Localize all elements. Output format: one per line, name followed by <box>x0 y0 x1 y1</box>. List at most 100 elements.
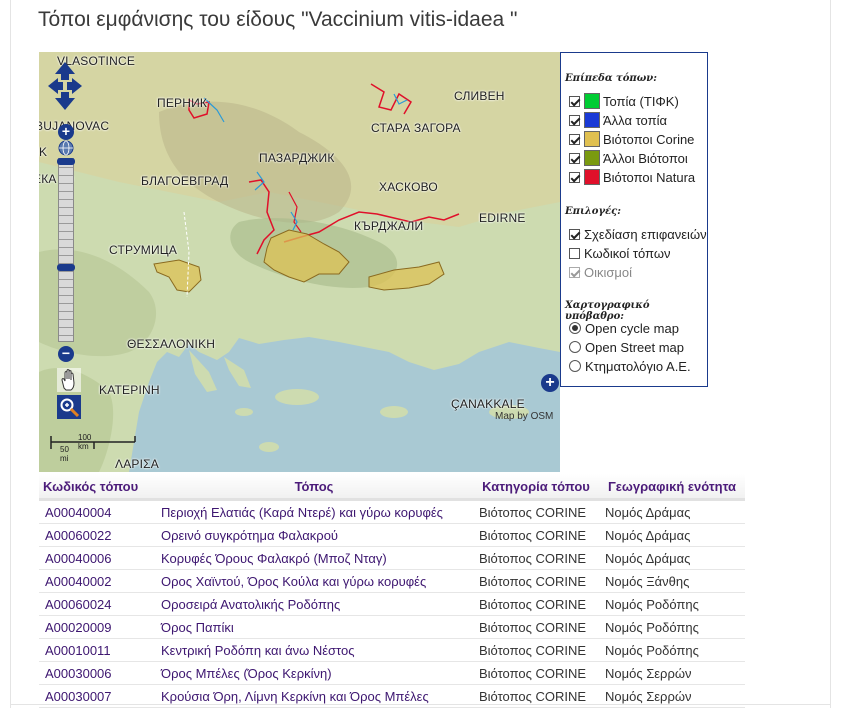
map-label-edirne: EDIRNE <box>479 211 526 225</box>
site-category: Βιότοπος CORINE <box>473 615 599 639</box>
layer-label-natura: Βιότοποι Natura <box>603 169 696 185</box>
map-label-stara-zagora: СТАРА ЗАГОРА <box>371 121 461 135</box>
layer-swatch-tifk <box>584 93 600 109</box>
zoom-box-icon[interactable] <box>57 395 81 419</box>
site-category: Βιότοπος CORINE <box>473 569 599 593</box>
layer-row-other-landscapes[interactable]: Άλλα τοπία <box>569 111 667 129</box>
site-region: Νομός Ξάνθης <box>599 569 745 593</box>
site-category: Βιότοπος CORINE <box>473 499 599 524</box>
site-code-link[interactable]: A00040002 <box>45 574 112 589</box>
map-label-kardzhali: КЪРДЖАЛИ <box>354 219 424 233</box>
map-viewport[interactable]: VLASOTINCE ПЕРНИК СЛИВЕН BUJANOVAC СТАРА… <box>39 52 560 472</box>
layer-checkbox-other-landscapes[interactable] <box>569 114 580 126</box>
layer-row-other-biotopes[interactable]: Άλλοι Βιότοποι <box>569 149 688 167</box>
table-row: A00040002 Ορος Χαϊντού, Όρος Κούλα και γ… <box>39 569 745 593</box>
site-category: Βιότοπος CORINE <box>473 592 599 616</box>
site-name-link[interactable]: Κεντρική Ροδόπη και άνω Νέστος <box>161 643 355 658</box>
zoom-slider-handle[interactable] <box>57 264 75 271</box>
layer-swatch-other-biotopes <box>584 150 600 166</box>
basemap-radio-ktimatologio[interactable] <box>569 360 581 372</box>
column-header-code[interactable]: Κωδικός τόπου <box>39 474 155 501</box>
map-label-k: K <box>39 145 48 159</box>
site-code-link[interactable]: A00040004 <box>45 505 112 520</box>
option-checkbox-draw-areas[interactable] <box>569 228 580 240</box>
map-attribution: Map by OSM <box>495 411 554 422</box>
site-name-link[interactable]: Οροσειρά Ανατολικής Ροδόπης <box>161 597 340 612</box>
basemap-row-opencycle[interactable]: Open cycle map <box>569 319 679 337</box>
basemap-label-ktimatologio: Κτηματολόγιο Α.Ε. <box>585 358 691 374</box>
site-category: Βιότοπος CORINE <box>473 638 599 662</box>
pan-hand-icon[interactable] <box>57 368 81 392</box>
zoom-track[interactable] <box>58 158 74 342</box>
pan-control[interactable] <box>47 60 83 112</box>
layer-swatch-other-landscapes <box>584 112 600 128</box>
site-code-link[interactable]: A00020009 <box>45 620 112 635</box>
option-checkbox-site-codes[interactable] <box>569 247 580 259</box>
zoom-track-cap <box>57 158 75 165</box>
table-row: A00060024 Οροσειρά Ανατολικής Ροδόπης Βι… <box>39 592 745 616</box>
site-region: Νομός Δράμας <box>599 546 745 570</box>
layer-row-natura[interactable]: Βιότοποι Natura <box>569 168 695 186</box>
table-row: A00030006 Όρος Μπέλες (Όρος Κερκίνη) Βιό… <box>39 661 745 685</box>
page-frame-right <box>830 0 831 708</box>
zoom-bar[interactable]: + − <box>57 124 75 362</box>
map-label-pazardzhik: ПАЗАРДЖИК <box>259 151 335 165</box>
site-code-link[interactable]: A00010011 <box>45 643 111 658</box>
column-header-place[interactable]: Τόπος <box>155 474 473 501</box>
table-header-row: Κωδικός τόπου Τόπος Κατηγορία τόπου Γεωγ… <box>39 474 745 501</box>
table-row: A00060022 Ορεινό συγκρότημα Φαλακρού Βιό… <box>39 523 745 547</box>
page-frame-left <box>10 0 11 708</box>
scale-mi-label: 50 mi <box>60 445 69 463</box>
layer-row-corine[interactable]: Βιότοποι Corine <box>569 130 694 148</box>
site-region: Νομός Σερρών <box>599 661 745 685</box>
zoom-in-button[interactable]: + <box>58 124 74 140</box>
basemap-radio-openstreet[interactable] <box>569 341 581 353</box>
site-region: Νομός Ροδόπης <box>599 615 745 639</box>
site-region: Νομός Δράμας <box>599 523 745 547</box>
column-header-region[interactable]: Γεωγραφική ενότητα <box>599 474 745 501</box>
site-name-link[interactable]: Όρος Παπίκι <box>161 620 234 635</box>
pan-left-icon <box>48 78 63 94</box>
layer-checkbox-other-biotopes[interactable] <box>569 152 580 164</box>
site-region: Νομός Ροδόπης <box>599 592 745 616</box>
site-code-link[interactable]: A00060022 <box>45 528 112 543</box>
site-category: Βιότοπος CORINE <box>473 546 599 570</box>
basemap-row-ktimatologio[interactable]: Κτηματολόγιο Α.Ε. <box>569 357 691 375</box>
site-code-link[interactable]: A00040006 <box>45 551 112 566</box>
globe-icon[interactable] <box>58 140 74 156</box>
layer-row-tifk[interactable]: Τοπία (ΤΙΦΚ) <box>569 92 679 110</box>
basemap-row-openstreet[interactable]: Open Street map <box>569 338 684 356</box>
map-label-sliven: СЛИВЕН <box>454 89 505 103</box>
site-name-link[interactable]: Όρος Μπέλες (Όρος Κερκίνη) <box>161 666 332 681</box>
zoom-out-button[interactable]: − <box>58 346 74 362</box>
site-name-link[interactable]: Κορυφές Όρους Φαλακρό (Μποζ Νταγ) <box>161 551 387 566</box>
site-code-link[interactable]: A00030007 <box>45 689 112 704</box>
site-name-link[interactable]: Ορος Χαϊντού, Όρος Κούλα και γύρω κορυφέ… <box>161 574 426 589</box>
site-name-link[interactable]: Περιοχή Ελατιάς (Καρά Ντερέ) και γύρω κο… <box>161 505 443 520</box>
sites-table: Κωδικός τόπου Τόπος Κατηγορία τόπου Γεωγ… <box>39 474 745 708</box>
layer-checkbox-corine[interactable] <box>569 133 580 145</box>
layer-switcher-expand-button[interactable]: + <box>541 374 559 392</box>
map-label-pernik: ПЕРНИК <box>157 96 208 110</box>
options-heading: Επιλογές: <box>565 206 621 217</box>
layer-swatch-natura <box>584 169 600 185</box>
scale-km-label: 100 km <box>78 433 92 451</box>
option-row-draw-areas[interactable]: Σχεδίαση επιφανειών <box>569 225 707 243</box>
layer-label-other-landscapes: Άλλα τοπία <box>603 112 667 128</box>
basemap-radio-opencycle[interactable] <box>569 322 581 334</box>
layer-checkbox-natura[interactable] <box>569 171 580 183</box>
map-label-thessaloniki: ΘΕΣΣΑΛΟΝΙΚΗ <box>127 337 216 351</box>
layer-swatch-corine <box>584 131 600 147</box>
site-name-link[interactable]: Ορεινό συγκρότημα Φαλακρού <box>161 528 338 543</box>
pan-up-icon <box>55 62 75 80</box>
table-row: A00030007 Κρούσια Όρη, Λίμνη Κερκίνη και… <box>39 684 745 708</box>
site-region: Νομός Σερρών <box>599 684 745 708</box>
site-code-link[interactable]: A00060024 <box>45 597 112 612</box>
layer-label-tifk: Τοπία (ΤΙΦΚ) <box>603 93 679 109</box>
option-label-draw-areas: Σχεδίαση επιφανειών <box>584 226 707 242</box>
site-name-link[interactable]: Κρούσια Όρη, Λίμνη Κερκίνη και Όρος Μπέλ… <box>161 689 429 704</box>
column-header-category[interactable]: Κατηγορία τόπου <box>473 474 599 501</box>
site-code-link[interactable]: A00030006 <box>45 666 112 681</box>
option-row-site-codes[interactable]: Κωδικοί τόπων <box>569 244 670 262</box>
layer-checkbox-tifk[interactable] <box>569 95 580 107</box>
